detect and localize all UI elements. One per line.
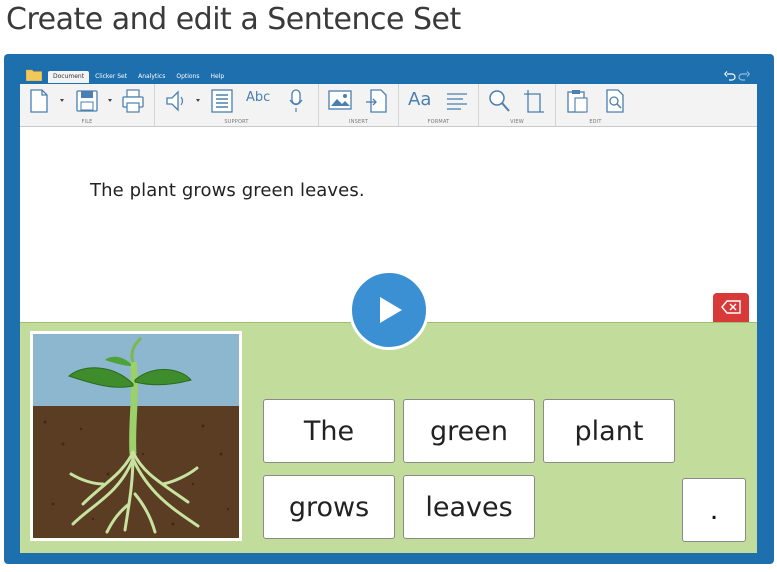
print-icon[interactable] [122, 89, 144, 113]
folder-icon[interactable] [26, 68, 42, 81]
zoom-icon[interactable] [488, 89, 510, 113]
spellcheck-icon[interactable]: Abc [246, 90, 270, 105]
ribbon-group-label-format: FORMAT [427, 119, 450, 125]
redo-icon[interactable] [738, 70, 750, 82]
word-list-icon[interactable] [211, 89, 233, 113]
ribbon-toolbar: FILE Abc SUPPORT INSERT Aa FORMAT VIEW E… [20, 84, 757, 127]
page-size-icon[interactable] [523, 89, 545, 113]
ribbon-group-label-view: VIEW [510, 119, 524, 125]
ribbon-group-label-file: FILE [81, 119, 93, 125]
word-cell-the[interactable]: The [263, 399, 395, 463]
new-dropdown-caret[interactable] [60, 99, 64, 102]
plant-picture [30, 331, 242, 541]
word-cell-green[interactable]: green [403, 399, 535, 463]
backspace-button[interactable] [713, 293, 749, 323]
microphone-icon[interactable] [289, 89, 303, 113]
clicker-grid: The green plant grows leaves . [20, 322, 757, 553]
paste-icon[interactable] [566, 89, 588, 113]
tab-clicker-set[interactable]: Clicker Set [90, 71, 132, 83]
find-icon[interactable] [604, 89, 626, 113]
speaker-icon[interactable] [165, 89, 187, 113]
insert-file-icon[interactable] [365, 89, 387, 113]
play-button[interactable] [349, 270, 429, 350]
insert-picture-icon[interactable] [328, 89, 352, 111]
ribbon-group-support: Abc SUPPORT [155, 84, 319, 126]
word-cell-plant[interactable]: plant [543, 399, 675, 463]
ribbon-group-label-support: SUPPORT [224, 119, 249, 125]
ribbon-group-insert: INSERT [319, 84, 399, 126]
play-icon [380, 297, 402, 323]
word-cell-grows[interactable]: grows [263, 475, 395, 539]
punctuation-cell-full-stop[interactable]: . [682, 478, 746, 542]
ribbon-group-label-insert: INSERT [349, 119, 368, 125]
tab-analytics[interactable]: Analytics [133, 71, 170, 83]
ribbon-group-edit: EDIT [556, 84, 635, 126]
ribbon-group-label-edit: EDIT [589, 119, 602, 125]
align-icon[interactable] [445, 89, 469, 113]
new-document-icon[interactable] [30, 89, 48, 113]
tab-document[interactable]: Document [48, 71, 90, 83]
save-icon[interactable] [76, 89, 98, 113]
word-cell-leaves[interactable]: leaves [403, 475, 535, 539]
backspace-icon [721, 300, 741, 314]
document-sentence: The plant grows green leaves. [90, 180, 365, 201]
ribbon-group-view: VIEW [479, 84, 556, 126]
tab-options[interactable]: Options [171, 71, 204, 83]
ribbon-group-file: FILE [20, 84, 155, 126]
font-icon[interactable]: Aa [408, 89, 431, 110]
page-title: Create and edit a Sentence Set [6, 2, 461, 37]
ribbon-group-format: Aa FORMAT [399, 84, 479, 126]
speech-dropdown-caret[interactable] [196, 99, 200, 102]
tab-help[interactable]: Help [206, 71, 230, 83]
menu-bar: Document Clicker Set Analytics Options H… [20, 66, 758, 86]
plant-illustration [33, 334, 239, 538]
undo-icon[interactable] [724, 70, 736, 82]
save-dropdown-caret[interactable] [108, 99, 112, 102]
menu-tabs: Document Clicker Set Analytics Options H… [48, 71, 230, 83]
